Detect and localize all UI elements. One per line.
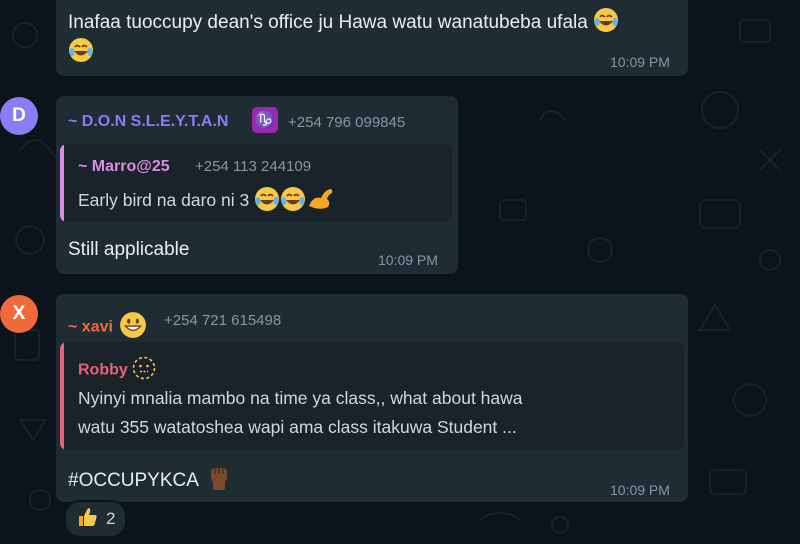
tears-of-joy-emoji-icon: [68, 37, 94, 69]
sender-name[interactable]: ~ D.O.N S.L.E.Y.T.A.N: [68, 113, 228, 131]
quote-text-line-2: watu 355 watatoshea wapi ama class itaku…: [78, 417, 517, 437]
quoted-message[interactable]: ~ Marro@25 +254 113 244109 Early bird na…: [60, 144, 452, 222]
message-bubble[interactable]: Inafaa tuoccupy dean's office ju Hawa wa…: [56, 0, 688, 76]
reaction-pill[interactable]: 2: [64, 500, 128, 538]
tears-of-joy-emoji-icon: [593, 7, 619, 39]
message-time: 10:09 PM: [610, 482, 670, 498]
tears-of-joy-emoji-icon: [280, 186, 306, 217]
message-text: #OCCUPYKCA: [68, 464, 231, 498]
quote-accent-bar: [60, 144, 64, 222]
flexed-biceps-emoji-icon: [306, 186, 334, 217]
thumbs-up-icon: [76, 505, 100, 534]
reaction-count: 2: [106, 509, 116, 528]
quoted-message[interactable]: Robby Nyinyi mnalia mambo na time ya cla…: [60, 342, 684, 450]
message-text: Inafaa tuoccupy dean's office ju Hawa wa…: [68, 7, 619, 39]
quote-sender-name: Robby: [78, 356, 156, 385]
quote-text: Early bird na daro ni 3: [78, 186, 334, 217]
avatar[interactable]: X: [0, 295, 38, 333]
message-bubble[interactable]: ~ xavi +254 721 615498 Robby Nyinyi mnal…: [56, 294, 688, 502]
message-time: 10:09 PM: [378, 252, 438, 268]
sender-phone: +254 721 615498: [164, 312, 282, 329]
quote-sender-name: ~ Marro@25: [78, 158, 170, 175]
grinning-face-emoji-icon: [119, 311, 147, 344]
tears-of-joy-emoji-icon: [254, 186, 280, 217]
quote-sender-phone: +254 113 244109: [195, 158, 312, 175]
sender-name[interactable]: ~ xavi: [68, 311, 147, 344]
capricorn-badge-icon: ♑: [252, 107, 278, 133]
avatar[interactable]: D: [0, 97, 38, 135]
raised-fist-emoji-icon: [207, 464, 231, 498]
dotted-line-face-emoji-icon: [132, 356, 156, 385]
quote-accent-bar: [60, 342, 64, 450]
message-bubble[interactable]: ~ D.O.N S.L.E.Y.T.A.N ♑ +254 796 099845 …: [56, 96, 458, 274]
message-text: Still applicable: [68, 239, 190, 260]
sender-phone: +254 796 099845: [288, 114, 406, 131]
quote-text-line-1: Nyinyi mnalia mambo na time ya class,, w…: [78, 388, 523, 408]
message-text-cont: [68, 37, 94, 69]
message-time: 10:09 PM: [610, 54, 670, 70]
